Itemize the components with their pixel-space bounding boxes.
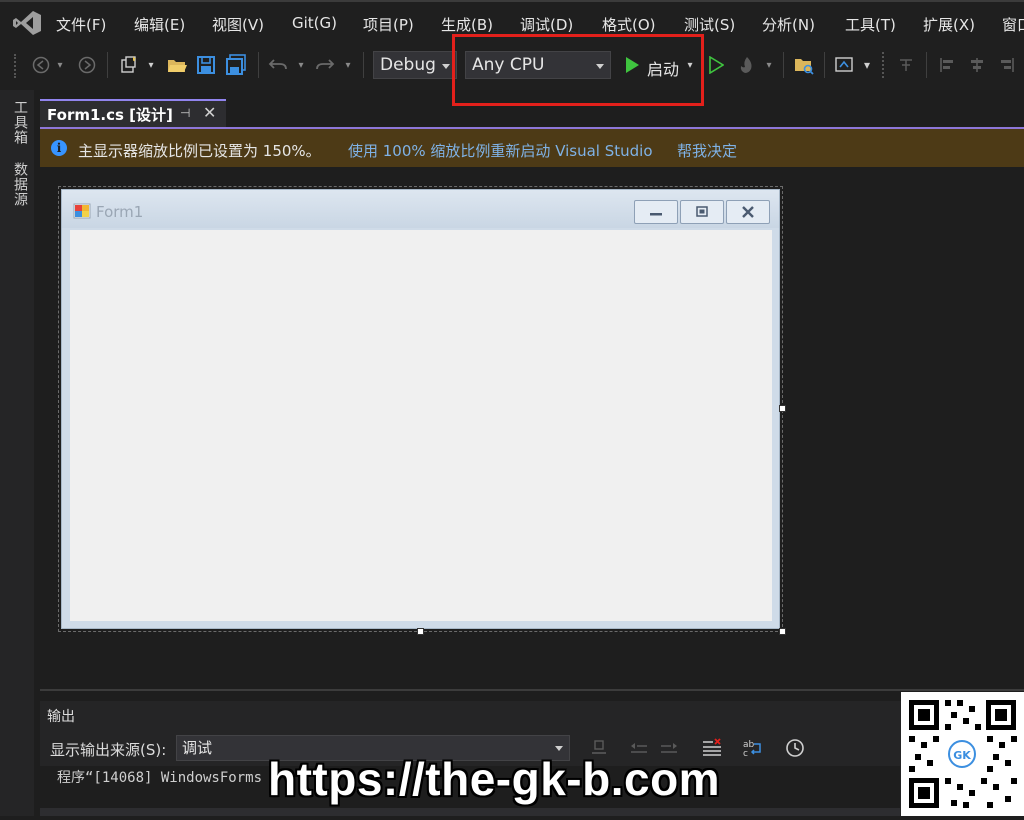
info-message: 主显示器缩放比例已设置为 150%。 <box>78 142 321 160</box>
form-app-icon <box>73 203 91 219</box>
form-close-icon[interactable] <box>726 200 770 224</box>
align-lefts-icon[interactable] <box>936 54 958 76</box>
redo-icon[interactable] <box>314 54 336 76</box>
new-project-icon[interactable] <box>118 54 140 76</box>
toolbar-overflow-icon[interactable]: ▾ <box>860 54 874 76</box>
menu-edit[interactable]: 编辑(E) <box>134 14 185 35</box>
close-icon[interactable]: ✕ <box>203 103 216 122</box>
annotation-highlight-box <box>452 34 704 106</box>
save-icon[interactable] <box>195 54 217 76</box>
svg-text:c: c <box>743 749 748 758</box>
menu-analyze[interactable]: 分析(N) <box>762 14 815 35</box>
info-icon: i <box>51 140 67 156</box>
resize-handle-bottom[interactable] <box>417 628 424 635</box>
help-me-decide-link[interactable]: 帮我决定 <box>677 140 737 161</box>
align-to-grid-icon[interactable] <box>895 54 917 76</box>
open-folder-icon[interactable] <box>166 54 188 76</box>
toolbar-separator <box>363 52 364 78</box>
toolbar-separator <box>258 52 259 78</box>
toolbar-separator <box>783 52 784 78</box>
resize-handle-corner[interactable] <box>779 628 786 635</box>
redo-dropdown-icon[interactable]: ▾ <box>341 54 355 76</box>
minimize-icon[interactable] <box>634 200 678 224</box>
maximize-icon[interactable] <box>680 200 724 224</box>
start-without-debugging-icon[interactable] <box>705 54 727 76</box>
output-source-value: 调试 <box>182 739 213 757</box>
menu-view[interactable]: 视图(V) <box>212 14 264 35</box>
menu-debug[interactable]: 调试(D) <box>520 14 573 35</box>
menu-format[interactable]: 格式(O) <box>602 14 656 35</box>
menu-tools[interactable]: 工具(T) <box>845 14 896 35</box>
menu-window[interactable]: 窗口 <box>1002 14 1024 35</box>
tab-label: Form1.cs [设计] <box>47 106 173 124</box>
save-all-icon[interactable] <box>225 54 247 76</box>
datasource-tab[interactable]: 数据源 <box>10 162 30 207</box>
panel-divider[interactable] <box>40 689 1024 691</box>
chevron-down-icon <box>555 746 563 751</box>
clock-icon[interactable] <box>784 737 806 759</box>
output-line: 程序“[14068] WindowsForms <box>57 770 263 786</box>
menu-test[interactable]: 测试(S) <box>684 14 735 35</box>
new-dropdown-icon[interactable]: ▾ <box>144 54 158 76</box>
toolbox-tab[interactable]: 工具箱 <box>10 100 30 145</box>
pin-icon[interactable]: ⊣ <box>180 106 190 120</box>
solution-configuration-dropdown[interactable]: Debug <box>373 51 457 79</box>
form-title: Form1 <box>96 203 144 221</box>
forward-icon[interactable] <box>76 54 98 76</box>
undo-icon[interactable] <box>267 54 289 76</box>
undo-dropdown-icon[interactable]: ▾ <box>294 54 308 76</box>
menu-project[interactable]: 项目(P) <box>363 14 414 35</box>
solution-explorer-icon[interactable] <box>793 54 815 76</box>
output-title: 输出 <box>47 709 75 725</box>
menu-extensions[interactable]: 扩展(X) <box>923 14 975 35</box>
back-icon[interactable] <box>30 54 52 76</box>
hot-reload-icon[interactable] <box>736 54 758 76</box>
back-dropdown-icon[interactable]: ▾ <box>53 54 67 76</box>
toolbar-separator <box>926 52 927 78</box>
align-rights-icon[interactable] <box>996 54 1018 76</box>
solution-configuration-value: Debug <box>380 55 436 75</box>
form-client-area[interactable] <box>70 230 772 621</box>
menu-file[interactable]: 文件(F) <box>56 14 106 35</box>
browse-icon[interactable] <box>834 54 856 76</box>
restart-link[interactable]: 使用 100% 缩放比例重新启动 Visual Studio <box>348 140 653 161</box>
align-centers-icon[interactable] <box>966 54 988 76</box>
hot-reload-dropdown-icon[interactable]: ▾ <box>762 54 776 76</box>
qr-code-image: GK <box>901 692 1024 816</box>
horizontal-scrollbar[interactable] <box>40 808 900 816</box>
visual-studio-logo-icon[interactable] <box>12 10 42 36</box>
watermark-url: https://the-gk-b.com <box>268 753 721 805</box>
toolbar-grip[interactable] <box>882 52 888 78</box>
toolbar-separator <box>824 52 825 78</box>
word-wrap-icon[interactable]: ab c <box>742 737 764 759</box>
toolbar-grip[interactable] <box>14 54 20 78</box>
resize-handle-right[interactable] <box>779 405 786 412</box>
menu-git[interactable]: Git(G) <box>292 14 337 32</box>
qr-logo-label: GK <box>953 749 971 762</box>
toolbar-separator <box>107 52 108 78</box>
output-source-label: 显示输出来源(S): <box>50 741 167 759</box>
menu-build[interactable]: 生成(B) <box>441 14 493 35</box>
chevron-down-icon <box>442 64 450 69</box>
